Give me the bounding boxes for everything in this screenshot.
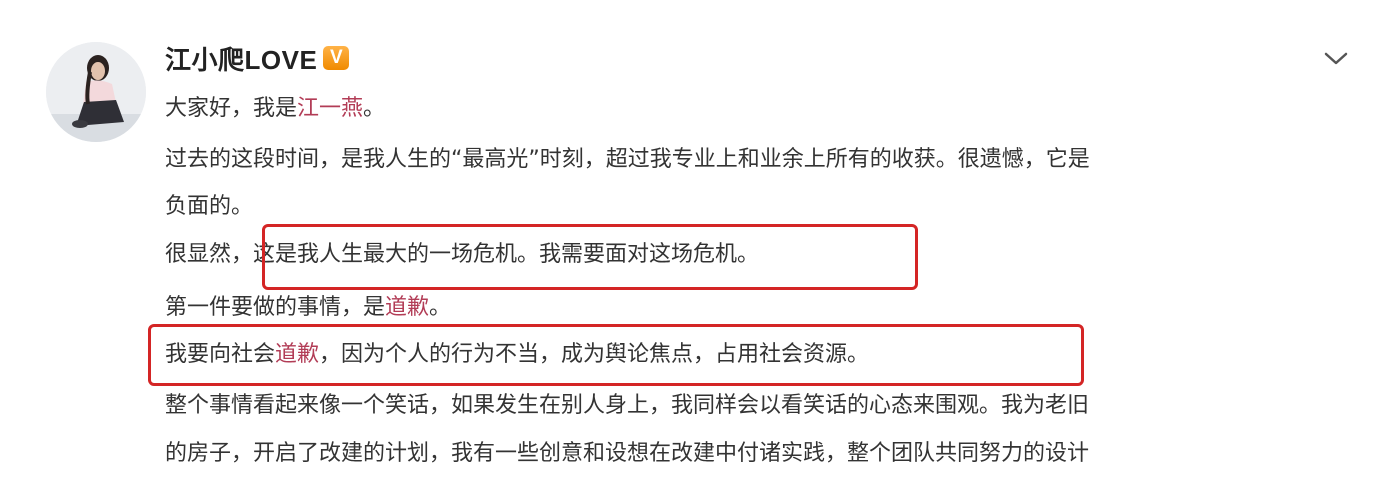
post-line-4: 很显然，这是我人生最大的一场危机。我需要面对这场危机。 [165,242,760,267]
post-line-6-after: ，因为个人的行为不当，成为舆论焦点，占用社会资源。 [319,342,870,367]
keyword-link[interactable]: 道歉 [275,342,319,367]
post-line-5-text: 第一件要做的事情，是 [165,295,386,320]
username[interactable]: 江小爬LOVE [165,40,317,77]
post-line-7: 整个事情看起来像一个笑话，如果发生在别人身上，我同样会以看笑话的心态来围观。我为… [165,393,1090,418]
post-line-1-after: 。 [363,96,386,121]
post-line-2: 过去的这段时间，是我人生的“最高光”时刻，超过我专业上和业余上所有的收获。很遗憾… [165,147,1090,172]
chevron-down-icon-glyph [1324,52,1348,65]
post-line-5: 第一件要做的事情，是道歉。 [165,287,451,329]
post-line-8: 的房子，开启了改建的计划，我有一些创意和设想在改建中付诸实践，整个团队共同努力的… [165,441,1090,466]
vip-badge-icon: V [323,46,350,70]
post-line-1: 大家好，我是江一燕。 [165,88,385,130]
avatar-photo [46,42,146,142]
post-line-6: 我要向社会道歉，因为个人的行为不当，成为舆论焦点，占用社会资源。 [165,334,869,376]
post-line-3: 负面的。 [165,194,254,219]
keyword-link[interactable]: 道歉 [385,295,429,320]
chevron-down-icon[interactable] [1321,44,1351,74]
post-header: 江小爬LOVE V [165,40,350,77]
weibo-post-card: 江小爬LOVE V 大家好，我是江一燕。 过去的这段时间，是我人生的“最高光”时… [0,0,1383,481]
post-line-5-after: 。 [429,295,452,320]
post-line-6-text: 我要向社会 [165,342,276,367]
avatar[interactable] [46,42,146,142]
mention-link[interactable]: 江一燕 [297,96,363,121]
post-line-1-text: 大家好，我是 [165,96,298,121]
